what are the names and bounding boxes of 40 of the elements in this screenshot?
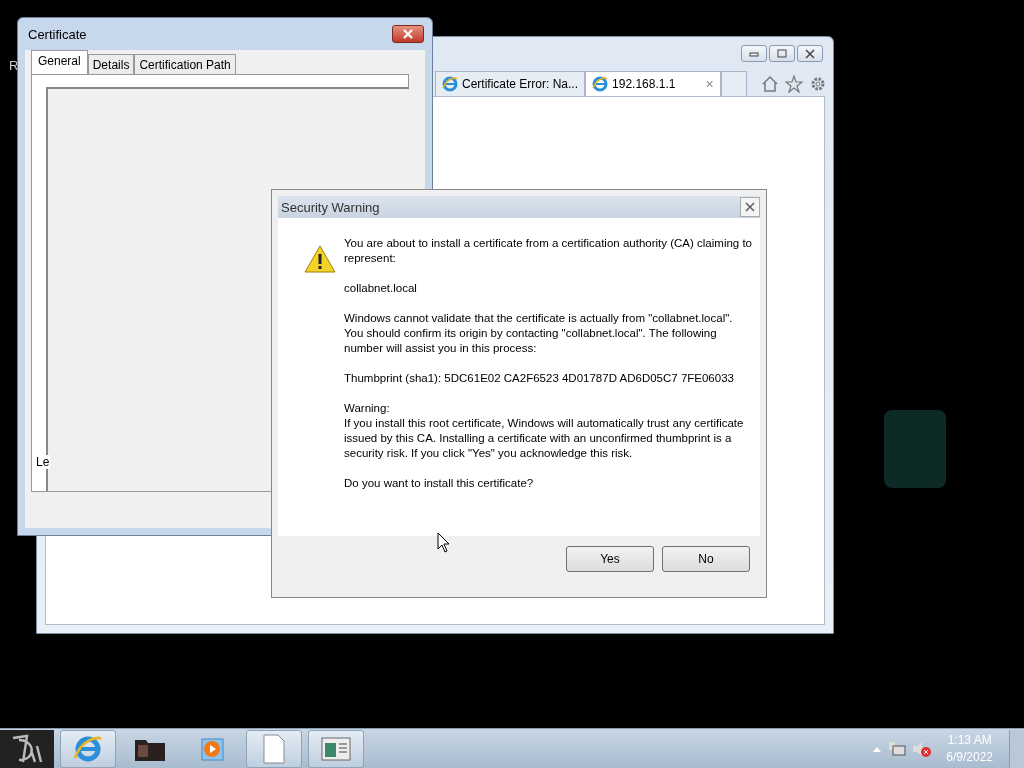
dialog-title: Security Warning [281,199,381,215]
window-icon [321,735,351,762]
message-text: Windows cannot validate that the certificate is actually from "collabnet.local". You should confirm its origin by contacting "collabnet.local". The following number will assist you in this process: [344,311,734,356]
browser-tab[interactable]: 192.168.1.1 × [585,71,721,96]
message-text: You are about to install a certificate from a certification authority (CA) claiming to represent: [344,236,753,266]
message-text: Thumbprint (sha1): 5DC61E02 CA2F6523 4D01787D AD6D05C7 7FE06033 [344,371,735,386]
close-button[interactable] [392,25,424,43]
dialog-tab[interactable]: Details [87,54,135,74]
browser-icon [592,76,609,92]
star-icon[interactable] [785,74,803,93]
browser-tab[interactable]: Certificate Error: Na... [435,71,586,96]
close-icon [402,29,414,39]
home-icon[interactable] [761,74,779,93]
desktop-text: R [9,58,19,73]
no-button[interactable]: No [662,546,750,572]
label-text: Le [36,455,51,469]
network-icon[interactable] [888,739,907,758]
dialog-tab[interactable]: General [31,50,88,74]
message-text: collabnet.local [344,281,418,296]
message-text: Do you want to install this certificate? [344,476,535,491]
tab-close-button[interactable]: × [705,76,714,92]
minimize-button[interactable] [741,45,767,62]
close-icon [804,48,816,59]
maximize-icon [776,48,788,59]
close-icon [744,201,756,213]
yes-button[interactable]: Yes [566,546,654,572]
browser-icon [442,76,458,92]
dialog-tab[interactable]: Certification Path [134,54,236,74]
window-title: Certificate [28,26,88,42]
message-text: Warning: If you install this root certificate, Windows will automatically trust any certificate issued by this CA. Installing a certificate with an unconfirmed thumbprint is a security risk. If you click "Yes" you acknowledge this risk. [344,401,745,461]
close-button[interactable] [740,197,760,217]
show-desktop-button[interactable] [1009,729,1024,768]
close-button[interactable] [797,45,823,62]
document-icon [262,733,286,764]
new-tab-button[interactable] [720,71,747,96]
minimize-icon [748,49,760,58]
media-player-icon [199,735,225,762]
warning-icon [304,244,336,274]
start-button[interactable] [0,729,54,768]
muted-speaker-icon[interactable] [912,739,933,758]
